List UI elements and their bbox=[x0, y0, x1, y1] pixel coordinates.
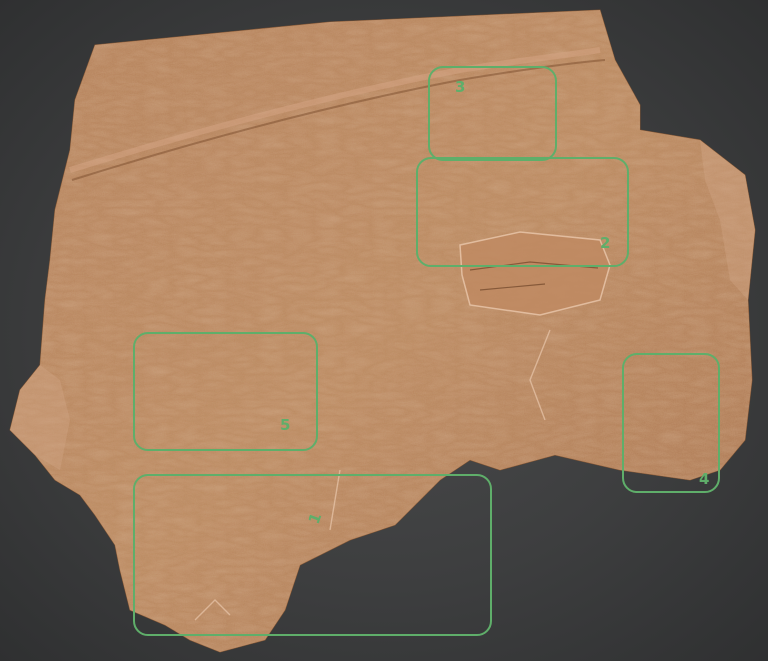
region-3-label: 3 bbox=[455, 78, 465, 96]
broken-flake bbox=[459, 231, 611, 316]
image-canvas: 12345 bbox=[0, 0, 768, 661]
tablet-scene: 12345 bbox=[9, 9, 756, 653]
region-5-label: 5 bbox=[280, 416, 290, 434]
region-2-label: 2 bbox=[600, 234, 610, 252]
region-4-label: 4 bbox=[699, 470, 709, 488]
